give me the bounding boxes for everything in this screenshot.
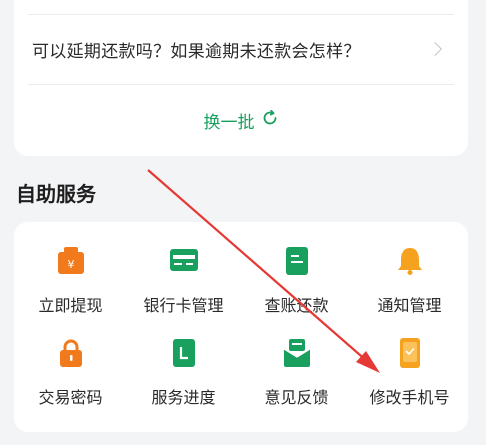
progress-document-icon: [168, 338, 200, 368]
faq-question: 可以延期还款吗？如果逾期未还款会怎样？: [32, 41, 361, 62]
service-trade-password[interactable]: 交易密码: [14, 318, 127, 408]
service-label: 服务进度: [151, 388, 216, 407]
service-label: 立即提现: [38, 296, 103, 315]
service-label: 交易密码: [38, 388, 103, 407]
service-feedback[interactable]: 意见反馈: [240, 318, 353, 408]
refresh-icon: [261, 109, 279, 132]
refresh-button[interactable]: 换一批: [0, 100, 482, 140]
service-notification[interactable]: 通知管理: [353, 222, 466, 315]
bank-card-icon: [168, 246, 200, 276]
service-change-phone[interactable]: 修改手机号: [353, 318, 466, 408]
svg-text:¥: ¥: [67, 258, 74, 271]
bill-document-icon: [281, 246, 313, 276]
self-service-grid: ¥ 立即提现 银行卡管理 查账还款 通知管理 交易密码 服务进度 意见反馈 修改…: [14, 222, 468, 432]
lock-icon: [55, 338, 87, 368]
service-bank-card[interactable]: 银行卡管理: [127, 222, 240, 315]
phone-icon: [394, 338, 426, 368]
feedback-mail-icon: [281, 338, 313, 368]
service-label: 银行卡管理: [143, 296, 224, 315]
section-title: 自助服务: [16, 182, 96, 206]
refresh-label: 换一批: [203, 112, 255, 133]
service-label: 修改手机号: [369, 388, 450, 407]
service-label: 查账还款: [264, 296, 329, 315]
divider: [28, 14, 454, 15]
divider: [28, 84, 454, 85]
service-label: 意见反馈: [264, 388, 329, 407]
bell-icon: [394, 246, 426, 276]
faq-item[interactable]: 可以延期还款吗？如果逾期未还款会怎样？: [28, 16, 454, 82]
service-withdraw[interactable]: ¥ 立即提现: [14, 222, 127, 315]
service-bill[interactable]: 查账还款: [240, 222, 353, 315]
service-label: 通知管理: [377, 296, 442, 315]
yuan-bag-icon: ¥: [55, 246, 87, 276]
service-progress[interactable]: 服务进度: [127, 318, 240, 408]
chevron-right-icon: [427, 41, 443, 57]
